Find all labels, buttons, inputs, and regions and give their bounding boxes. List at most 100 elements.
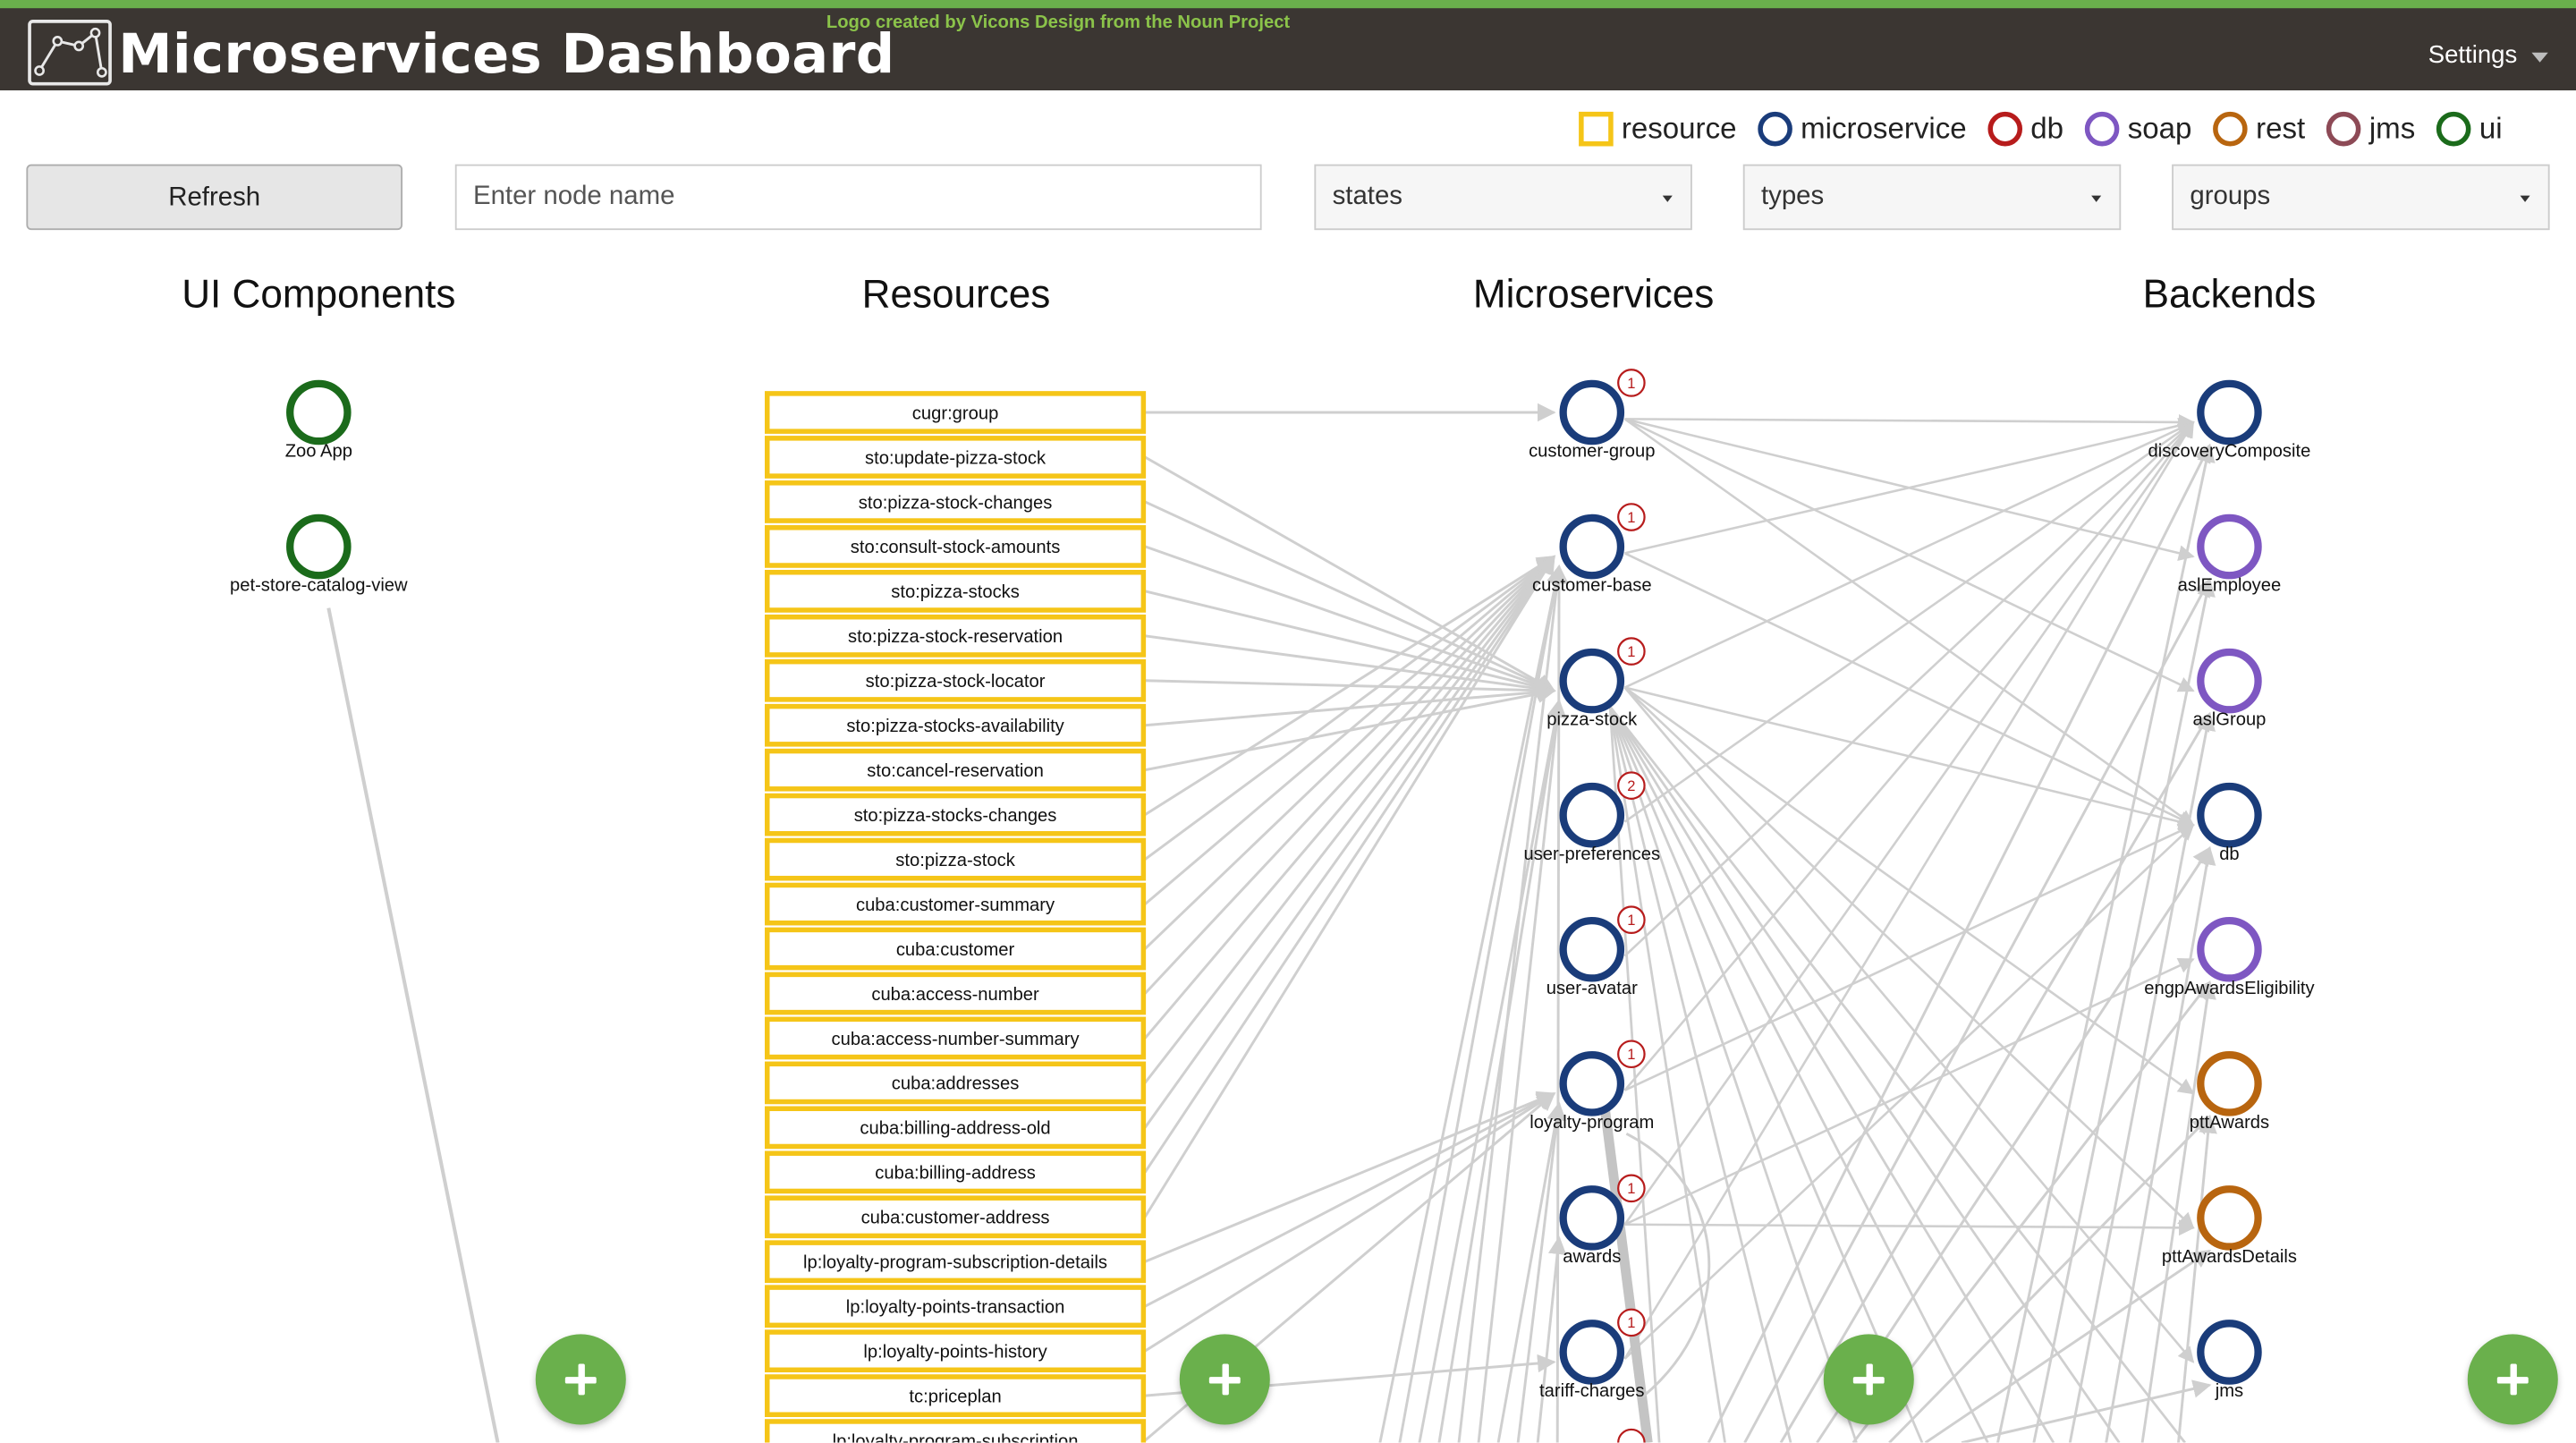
resource-node[interactable]: sto:pizza-stocks (765, 569, 1147, 613)
alert-count-badge: 2 (1617, 771, 1646, 800)
resource-label: sto:pizza-stock-changes (859, 493, 1053, 513)
node-circle (1559, 379, 1625, 446)
dependency-link (1608, 705, 2186, 1443)
resource-node[interactable]: sto:pizza-stock-reservation (765, 614, 1147, 658)
resource-node[interactable]: sto:pizza-stock-changes (765, 480, 1147, 523)
microservice-node[interactable]: customer-group 1 (1529, 369, 1655, 462)
resource-node[interactable]: cuba:customer-address (765, 1195, 1147, 1239)
node-label: awards (1563, 1247, 1621, 1267)
resource-label: sto:consult-stock-amounts (851, 538, 1060, 557)
node-label: user-preferences (1523, 845, 1660, 864)
alert-count-badge: 1 (1617, 369, 1646, 397)
dependency-link (1143, 555, 1555, 1174)
dependency-link (1623, 823, 2195, 1091)
resource-label: cuba:billing-address-old (860, 1119, 1050, 1139)
resource-label: sto:pizza-stocks-availability (846, 717, 1064, 736)
resource-label: cuba:customer-summary (856, 896, 1055, 915)
resource-node[interactable]: cuba:customer-summary (765, 882, 1147, 926)
add-backend-button[interactable] (2467, 1334, 2558, 1425)
dependency-link (1624, 686, 2195, 830)
resource-node[interactable]: cuba:access-number-summary (765, 1016, 1147, 1060)
resource-node[interactable]: sto:cancel-reservation (765, 748, 1147, 792)
resource-node[interactable]: lp:loyalty-program-subscription (765, 1419, 1147, 1443)
node-circle (2197, 1051, 2262, 1116)
dependency-link (1623, 420, 2195, 1226)
dependency-link (1536, 1235, 1567, 1443)
node-circle (1559, 1320, 1625, 1385)
badge-count: 1 (1627, 1046, 1635, 1063)
resource-label: cuba:access-number-summary (832, 1030, 1080, 1049)
badge-count: 1 (1627, 509, 1635, 526)
resource-node[interactable]: sto:pizza-stock (765, 837, 1147, 881)
node-label: pet-store-catalog-view (230, 576, 408, 596)
alert-count-badge: 1 (1617, 1040, 1646, 1069)
resource-label: cuba:addresses (892, 1074, 1020, 1094)
node-circle (2197, 514, 2262, 580)
resource-node[interactable]: lp:loyalty-program-subscription-details (765, 1240, 1147, 1284)
node-circle (1559, 1185, 1625, 1251)
dependency-link (1888, 1115, 2211, 1443)
resource-node[interactable]: cuba:addresses (765, 1061, 1147, 1105)
dependency-link (1623, 823, 2195, 1360)
backend-node[interactable]: engpAwardsEligibility (2144, 916, 2316, 998)
backend-node[interactable]: pttAwards (2190, 1051, 2269, 1133)
resource-label: tc:priceplan (909, 1387, 1001, 1406)
resource-node[interactable]: sto:update-pizza-stock (765, 436, 1147, 479)
node-label: Zoo App (285, 442, 352, 462)
node-label: engpAwardsEligibility (2144, 979, 2315, 998)
node-circle (2197, 379, 2262, 446)
node-label: customer-group (1529, 442, 1655, 462)
alert-count-badge: 1 (1617, 637, 1646, 666)
backend-node[interactable]: aslGroup (2192, 648, 2266, 730)
resource-label: sto:pizza-stock (895, 851, 1015, 870)
resource-label: sto:cancel-reservation (867, 761, 1043, 781)
dependency-link (1623, 420, 2195, 957)
badge-count: 1 (1627, 1180, 1635, 1197)
dependency-link (2032, 577, 2216, 1443)
alert-count-badge: 1 (1617, 1174, 1646, 1203)
ui-node[interactable]: pet-store-catalog-view (230, 514, 408, 596)
resource-node[interactable]: cuba:customer (765, 927, 1147, 971)
resource-node[interactable]: cugr:group (765, 391, 1147, 434)
add-ui-component-button[interactable] (535, 1334, 626, 1425)
resource-node[interactable]: sto:pizza-stock-locator (765, 658, 1147, 702)
node-label: customer-base (1532, 576, 1652, 596)
dependency-link (1144, 555, 1556, 905)
dependency-link (1608, 706, 2055, 1443)
resource-label: sto:pizza-stock-locator (866, 672, 1046, 692)
node-label: db (2219, 845, 2239, 864)
resource-node[interactable]: lp:loyalty-points-history (765, 1329, 1147, 1373)
resource-label: lp:loyalty-program-subscription-details (803, 1253, 1107, 1273)
add-resource-button[interactable] (1179, 1334, 1270, 1425)
resource-node[interactable]: sto:pizza-stocks-availability (765, 703, 1147, 747)
badge-circle (1617, 1428, 1646, 1443)
resource-label: lp:loyalty-points-transaction (846, 1298, 1065, 1318)
node-circle (1559, 1051, 1625, 1116)
node-circle (1559, 782, 1625, 848)
add-microservice-button[interactable] (1823, 1334, 1914, 1425)
node-circle (286, 514, 352, 580)
microservice-node[interactable] (1617, 1428, 1646, 1443)
resource-label: cuba:customer-address (861, 1209, 1050, 1228)
backend-node[interactable]: aslEmployee (2178, 514, 2282, 596)
resource-label: lp:loyalty-program-subscription (833, 1431, 1079, 1442)
resource-node[interactable]: cuba:access-number (765, 972, 1147, 1015)
resource-node[interactable]: cuba:billing-address (765, 1150, 1147, 1194)
resource-node[interactable]: tc:priceplan (765, 1374, 1147, 1418)
resource-node[interactable]: sto:pizza-stocks-changes (765, 793, 1147, 836)
resource-label: lp:loyalty-points-history (863, 1343, 1047, 1362)
microservice-node[interactable]: customer-base 1 (1532, 503, 1652, 596)
dependency-link (1144, 545, 1556, 694)
resource-node[interactable]: lp:loyalty-points-transaction (765, 1285, 1147, 1328)
resource-node[interactable]: cuba:billing-address-old (765, 1106, 1147, 1150)
ui-node[interactable]: Zoo App (285, 379, 352, 462)
resource-label: cuba:billing-address (875, 1164, 1036, 1184)
dependency-link (1144, 1092, 1556, 1308)
resource-label: cuba:customer (896, 940, 1015, 960)
node-label: discoveryComposite (2148, 442, 2311, 462)
node-label: pttAwardsDetails (2162, 1247, 2297, 1267)
resource-node[interactable]: sto:consult-stock-amounts (765, 525, 1147, 568)
badge-count: 1 (1627, 1314, 1635, 1331)
backend-node[interactable]: jms (2197, 1320, 2262, 1401)
node-circle (286, 379, 352, 446)
